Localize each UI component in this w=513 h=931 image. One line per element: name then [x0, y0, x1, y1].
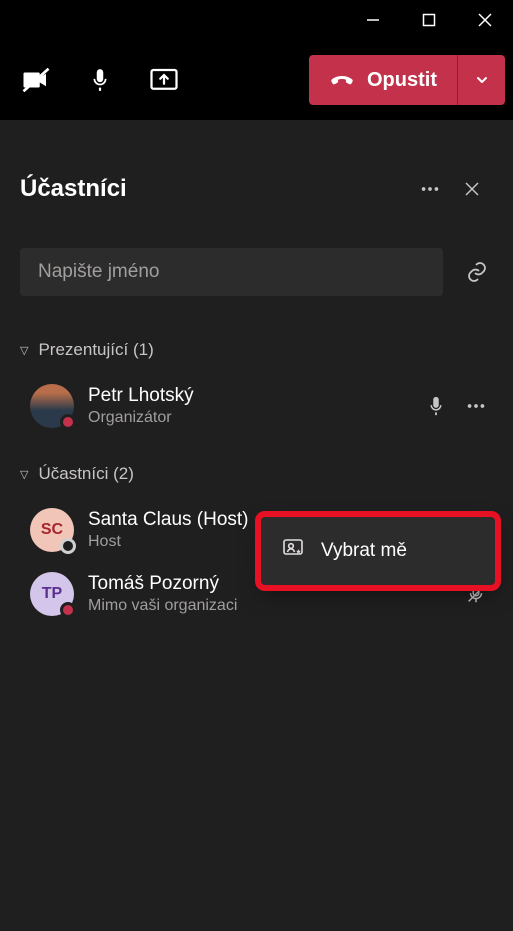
spotlight-icon	[281, 536, 305, 566]
spotlight-label[interactable]: Vybrat mě	[321, 540, 407, 562]
window-maximize-button[interactable]	[401, 0, 457, 40]
window-close-button[interactable]	[457, 0, 513, 40]
avatar-initials: TP	[42, 585, 62, 603]
leave-button[interactable]: Opustit	[309, 64, 457, 96]
participant-subtitle: Organizátor	[88, 409, 411, 427]
panel-more-button[interactable]	[409, 168, 451, 210]
chevron-down-icon: ▽	[20, 468, 28, 481]
presence-offline-icon	[60, 538, 76, 554]
avatar	[30, 384, 74, 428]
presenters-section-header[interactable]: ▽ Prezentující (1)	[20, 340, 493, 360]
context-menu: Vybrat mě	[261, 517, 495, 585]
leave-label: Opustit	[367, 69, 437, 92]
search-input[interactable]	[20, 248, 443, 296]
panel-close-button[interactable]	[451, 168, 493, 210]
leave-button-group: Opustit	[309, 55, 505, 105]
presence-busy-icon	[60, 414, 76, 430]
microphone-muted-icon	[465, 583, 487, 605]
hangup-icon	[329, 64, 355, 96]
participant-subtitle: Mimo vaši organizaci	[88, 597, 451, 615]
presence-busy-icon	[60, 602, 76, 618]
avatar-initials: SC	[41, 521, 63, 539]
attendees-label: Účastníci (2)	[38, 464, 133, 484]
microphone-button[interactable]	[72, 52, 128, 108]
call-toolbar: Opustit	[0, 40, 513, 120]
window-titlebar	[0, 0, 513, 40]
avatar: SC	[30, 508, 74, 552]
participant-name: Petr Lhotský	[88, 385, 411, 407]
camera-off-button[interactable]	[8, 52, 64, 108]
participant-more-button[interactable]	[465, 395, 487, 417]
participant-row[interactable]: Petr Lhotský Organizátor	[20, 374, 493, 438]
chevron-down-icon: ▽	[20, 344, 28, 357]
avatar: TP	[30, 572, 74, 616]
microphone-icon	[425, 395, 447, 417]
attendees-section-header[interactable]: ▽ Účastníci (2)	[20, 464, 493, 484]
window-minimize-button[interactable]	[345, 0, 401, 40]
share-screen-button[interactable]	[136, 52, 192, 108]
presenters-label: Prezentující (1)	[38, 340, 153, 360]
leave-dropdown-button[interactable]	[457, 55, 505, 105]
panel-title: Účastníci	[20, 175, 127, 203]
copy-link-button[interactable]	[461, 248, 493, 296]
